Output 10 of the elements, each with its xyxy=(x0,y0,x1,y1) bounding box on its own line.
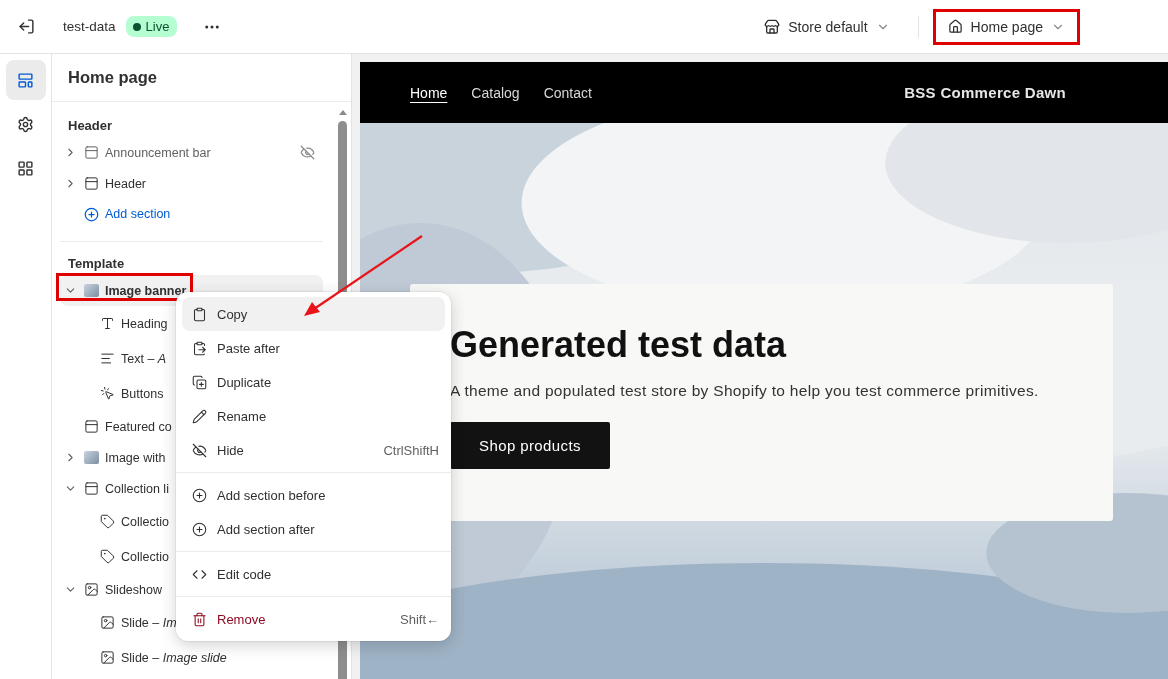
status-badge: Live xyxy=(125,16,178,37)
banner-heading: Generated test data xyxy=(450,324,788,366)
store-brand: BSS Commerce Dawn xyxy=(904,84,1066,101)
store-name: test-data xyxy=(63,19,116,34)
group-title: Template xyxy=(67,255,126,273)
group-title: Header xyxy=(67,117,114,135)
banner-text: A theme and populated test store by Shopify to help you test commerce primitives. xyxy=(450,382,1040,400)
shortcut: CtrlShiftH xyxy=(383,442,439,458)
shortcut: Shift← xyxy=(400,611,439,627)
panel-title: Home page xyxy=(52,54,351,102)
